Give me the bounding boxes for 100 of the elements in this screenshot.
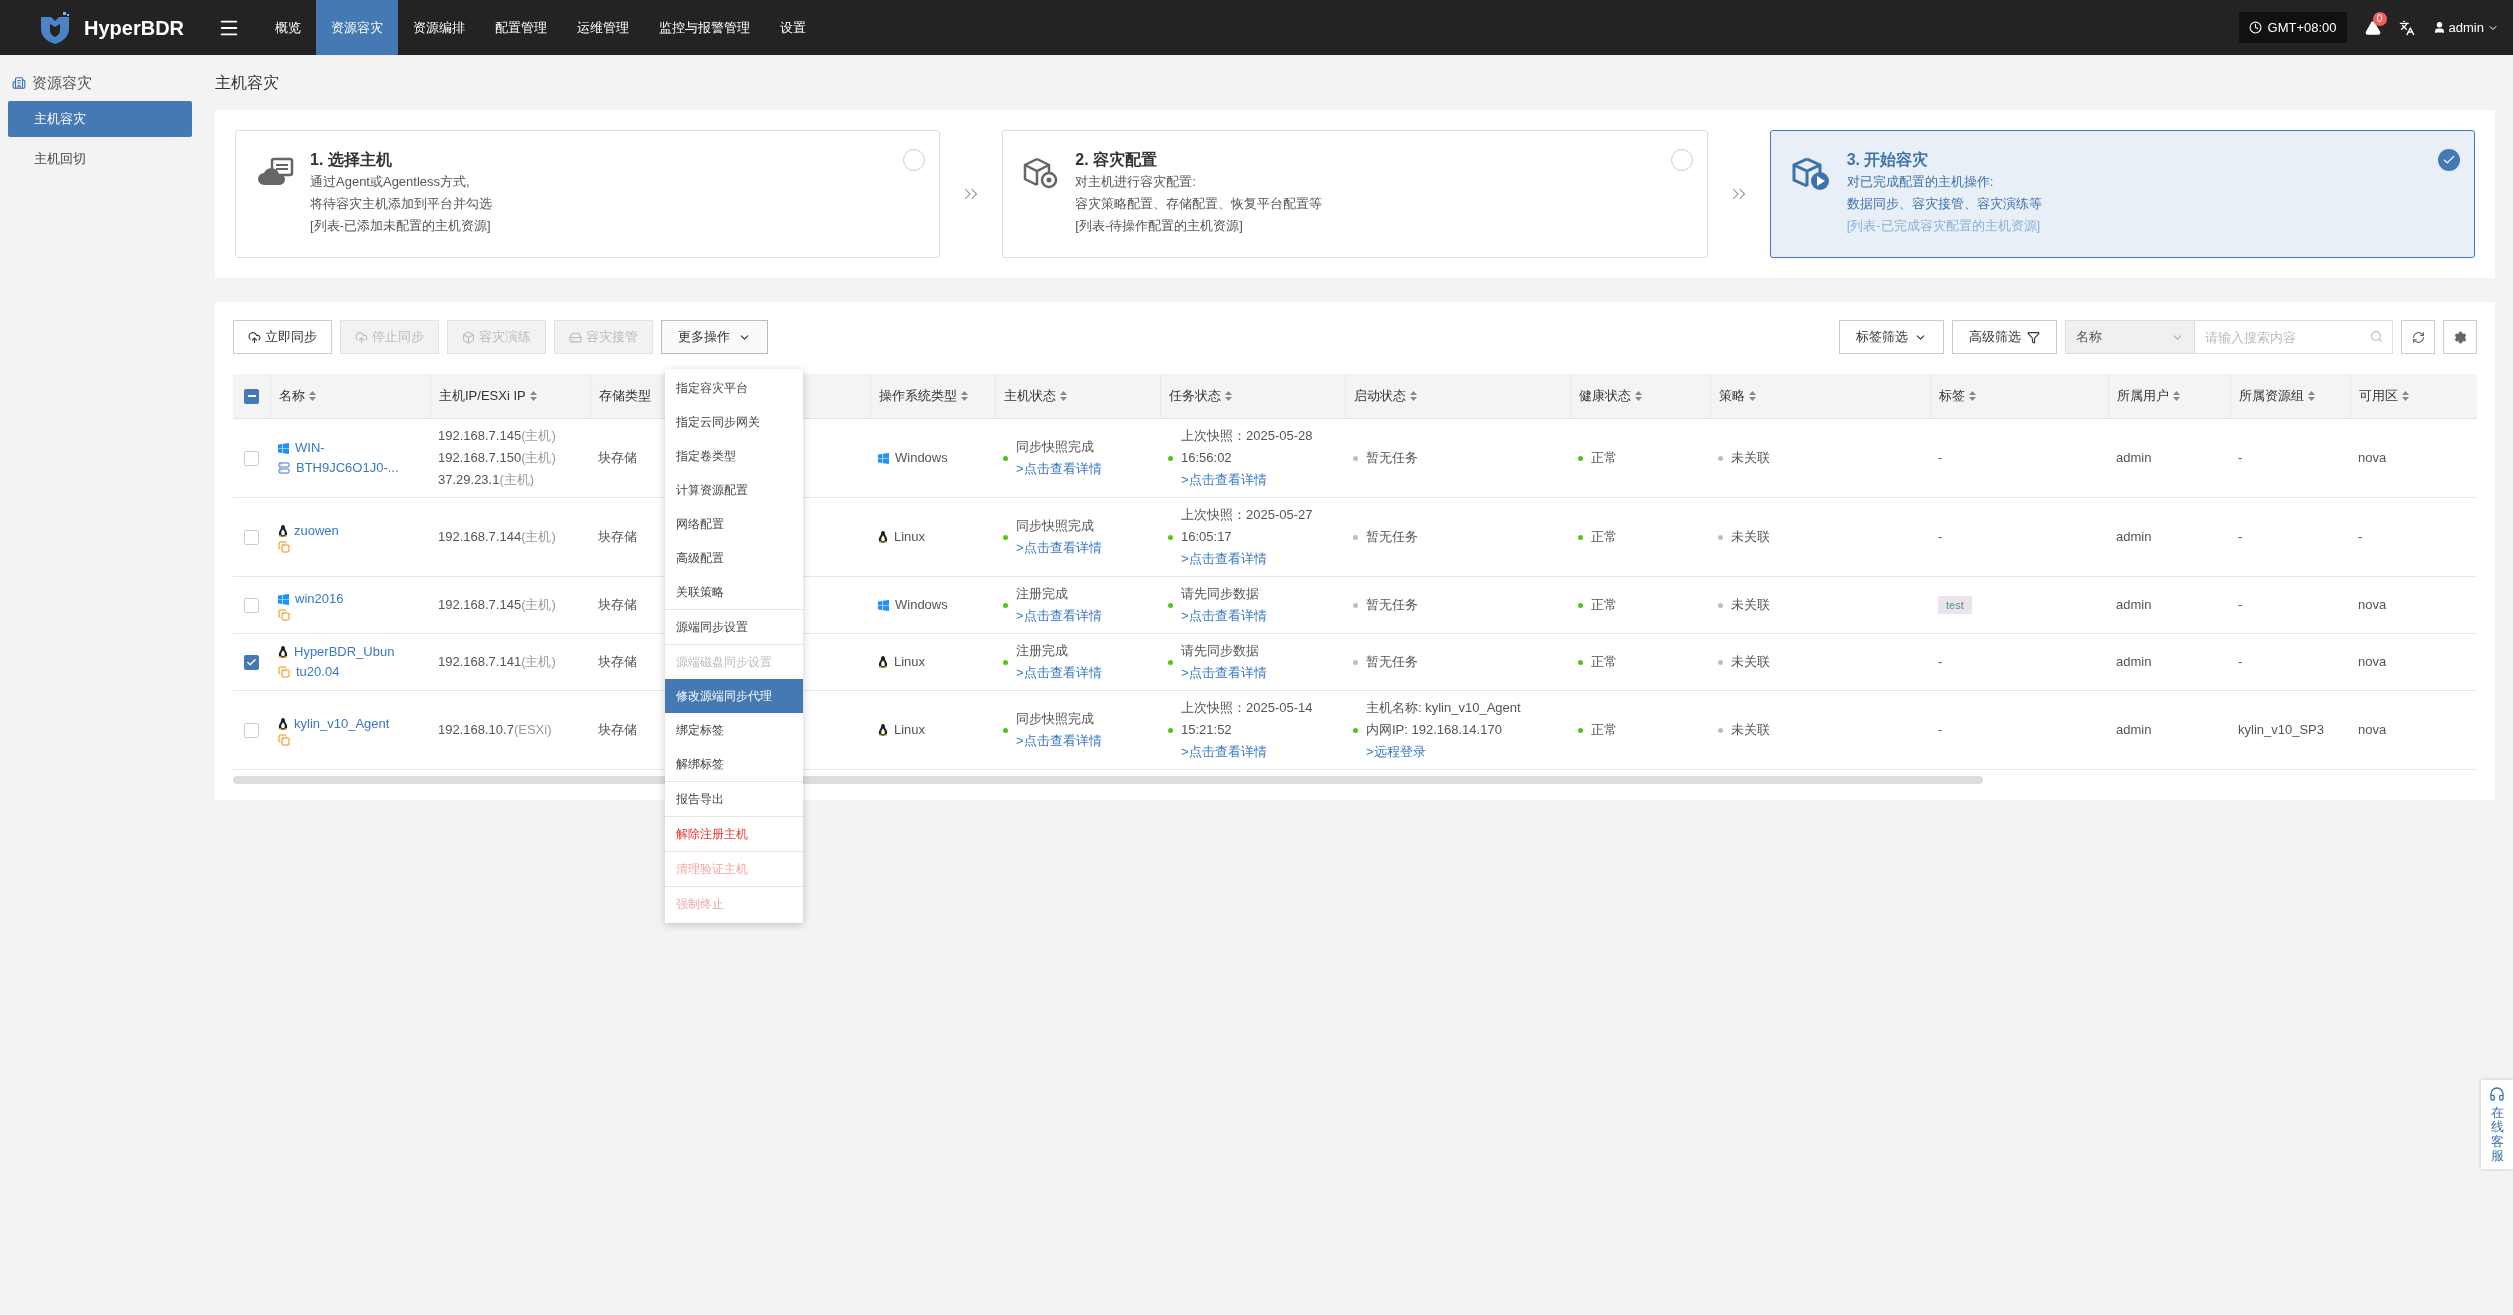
step-note: [列表-已添加未配置的主机资源] (310, 217, 492, 235)
menu-item[interactable]: 关联策略 (665, 575, 803, 609)
column-header[interactable]: 所属资源组 (2230, 374, 2350, 418)
menu-item[interactable]: 网络配置 (665, 507, 803, 541)
sort-icon[interactable] (529, 391, 537, 401)
owner-user: admin (2115, 528, 2153, 547)
column-header[interactable]: 存储类型 (590, 374, 660, 418)
column-header[interactable]: 操作系统类型 (870, 374, 995, 418)
more-actions-button[interactable]: 更多操作 (661, 320, 768, 354)
sidebar-title: 资源容灾 (32, 72, 92, 93)
nav-tab[interactable]: 配置管理 (480, 0, 562, 55)
nav-tab[interactable]: 概览 (260, 0, 316, 55)
support-widget[interactable]: 在线客服 (2481, 1080, 2513, 1170)
column-header[interactable]: 主机IP/ESXi IP (430, 374, 590, 418)
menu-item[interactable]: 绑定标签 (665, 713, 803, 747)
column-header[interactable]: 名称 (270, 374, 430, 418)
search-icon[interactable] (2370, 330, 2383, 343)
host-name-link[interactable]: win2016 (295, 589, 344, 609)
refresh-button[interactable] (2401, 320, 2435, 354)
step-card[interactable]: 2. 容灾配置 对主机进行容灾配置: 容灾策略配置、存储配置、恢复平台配置等 [列表-待操作配置的主机资源] (1002, 130, 1708, 258)
tag-filter-button[interactable]: 标签筛选 (1839, 320, 1944, 354)
column-header[interactable]: 标签 (1930, 374, 2108, 418)
settings-button[interactable] (2443, 320, 2477, 354)
menu-item[interactable]: 修改源端同步代理 (665, 679, 803, 713)
menu-item[interactable]: 指定云同步网关 (665, 405, 803, 439)
menu-item[interactable]: 指定容灾平台 (665, 371, 803, 405)
host-name-link[interactable]: tu20.04 (296, 662, 340, 682)
menu-item[interactable]: 计算资源配置 (665, 473, 803, 507)
row-checkbox[interactable] (244, 722, 259, 738)
sort-icon[interactable] (1969, 391, 1976, 401)
sidebar-item[interactable]: 主机容灾 (8, 101, 192, 137)
nav-tab[interactable]: 监控与报警管理 (644, 0, 765, 55)
sort-icon[interactable] (1060, 391, 1067, 401)
details-link[interactable]: >远程登录 (1366, 741, 1521, 763)
menu-item[interactable]: 指定卷类型 (665, 439, 803, 473)
host-name-link[interactable]: HyperBDR_Ubun (294, 642, 395, 662)
details-link[interactable]: >点击查看详情 (1016, 458, 1102, 480)
menu-item[interactable]: 高级配置 (665, 541, 803, 575)
user-menu[interactable]: admin (2432, 17, 2499, 38)
row-checkbox[interactable] (244, 450, 259, 466)
nav-tab[interactable]: 资源容灾 (316, 0, 398, 55)
menu-item[interactable]: 解除注册主机 (665, 817, 803, 851)
row-checkbox[interactable] (244, 529, 259, 545)
host-name-link[interactable]: BTH9JC6O1J0-... (296, 458, 399, 478)
column-header[interactable]: 策略 (1710, 374, 1930, 418)
nav-tab[interactable]: 运维管理 (562, 0, 644, 55)
translate-icon[interactable] (2398, 19, 2415, 36)
menu-item[interactable]: 报告导出 (665, 782, 803, 816)
details-link[interactable]: >点击查看详情 (1181, 605, 1267, 627)
status-text: 未关联 (1731, 528, 1770, 546)
sort-icon[interactable] (1410, 391, 1417, 401)
host-name-link[interactable]: zuowen (294, 521, 339, 541)
sort-icon[interactable] (2402, 391, 2409, 401)
details-link[interactable]: >点击查看详情 (1181, 741, 1313, 763)
details-link[interactable]: >点击查看详情 (1016, 537, 1102, 559)
horizontal-scrollbar[interactable] (233, 776, 1983, 784)
column-header[interactable]: 主机状态 (995, 374, 1160, 418)
sort-icon[interactable] (2173, 391, 2180, 401)
menu-item[interactable]: 解绑标签 (665, 747, 803, 781)
search-field-select[interactable]: 名称 (2065, 320, 2195, 354)
sort-icon[interactable] (1749, 391, 1756, 401)
details-link[interactable]: >点击查看详情 (1016, 605, 1102, 627)
column-header[interactable]: 健康状态 (1570, 374, 1710, 418)
sort-icon[interactable] (961, 391, 968, 401)
row-checkbox[interactable] (244, 597, 259, 613)
check-icon (246, 656, 257, 668)
details-link[interactable]: >点击查看详情 (1181, 662, 1267, 684)
sort-icon[interactable] (309, 391, 316, 401)
sort-icon[interactable] (1635, 391, 1642, 401)
column-header[interactable]: 启动状态 (1345, 374, 1570, 418)
step-note: [列表-已完成容灾配置的主机资源] (1846, 217, 2042, 235)
step-card[interactable]: 3. 开始容灾 对已完成配置的主机操作: 数据同步、容灾接管、容灾演练等 [列表-已完成容灾配置的主机资源] (1769, 130, 2475, 258)
nav-tab[interactable]: 资源编排 (398, 0, 480, 55)
search-field[interactable]: 请输入搜索内容 (2195, 320, 2393, 354)
row-checkbox[interactable] (244, 654, 259, 670)
sort-icon[interactable] (2308, 391, 2315, 401)
column-header[interactable]: 所属用户 (2108, 374, 2230, 418)
nav-tab[interactable]: 设置 (765, 0, 821, 55)
alert-count-badge: 0 (2372, 11, 2387, 26)
menu-item[interactable]: 源端同步设置 (665, 610, 803, 644)
copy-icon (278, 666, 290, 678)
details-link[interactable]: >点击查看详情 (1181, 548, 1313, 570)
details-link[interactable]: >点击查看详情 (1016, 662, 1102, 684)
column-header[interactable]: 可用区 (2350, 374, 2475, 418)
details-link[interactable]: >点击查看详情 (1181, 469, 1313, 491)
settings-icon (2453, 330, 2467, 344)
advanced-filter-button[interactable]: 高级筛选 (1952, 320, 2057, 354)
details-link[interactable]: >点击查看详情 (1016, 730, 1102, 752)
column-header[interactable]: 任务状态 (1160, 374, 1345, 418)
sidebar-item[interactable]: 主机回切 (8, 141, 192, 177)
sort-icon[interactable] (1225, 391, 1232, 401)
host-name-link[interactable]: WIN- (295, 438, 325, 458)
toolbar-button[interactable]: 立即同步 (233, 320, 332, 354)
copy-icon (278, 541, 290, 553)
host-name-link[interactable]: kylin_v10_Agent (294, 714, 390, 734)
step-card[interactable]: 1. 选择主机 通过Agent或Agentless方式, 将待容灾主机添加到平台并勾选 [列表-已添加未配置的主机资源] (235, 130, 941, 258)
windows-icon (878, 599, 889, 611)
storage-type: 块存储 (597, 528, 638, 547)
timezone-badge[interactable]: GMT+08:00 (2238, 12, 2347, 43)
select-all-checkbox[interactable] (244, 388, 259, 404)
